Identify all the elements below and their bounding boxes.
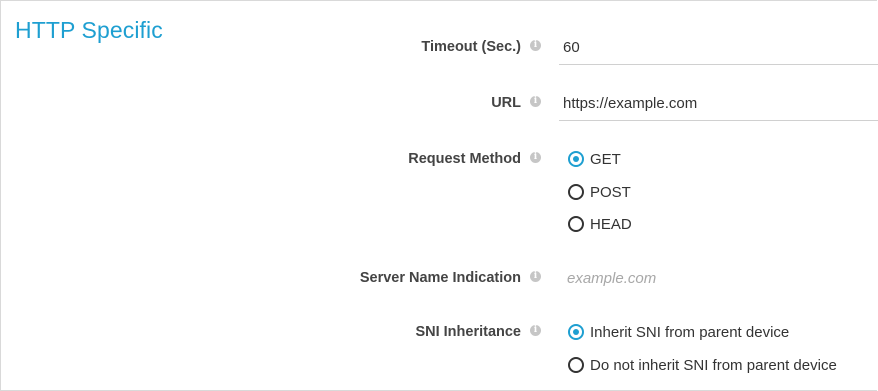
http-specific-panel: HTTP Specific Timeout (Sec.) i URL i Req… [0,0,878,391]
radio-label: POST [590,183,631,201]
radio-checked-icon[interactable] [568,151,584,167]
radio-label: Inherit SNI from parent device [590,323,790,341]
sni-inheritance-label: SNI Inheritance [415,324,521,340]
timeout-label: Timeout (Sec.) [421,39,521,55]
request-method-label: Request Method [408,151,521,167]
sni-inheritance-option-inherit[interactable]: Inherit SNI from parent device [568,321,789,343]
request-method-option-post[interactable]: POST [568,181,631,203]
radio-label: Do not inherit SNI from parent device [590,356,837,374]
timeout-input[interactable] [559,31,878,65]
radio-unchecked-icon[interactable] [568,216,584,232]
radio-label: GET [590,150,621,168]
request-method-option-get[interactable]: GET [568,148,621,170]
info-icon[interactable]: i [530,271,541,282]
radio-unchecked-icon[interactable] [568,357,584,373]
radio-unchecked-icon[interactable] [568,184,584,200]
radio-label: HEAD [590,215,632,233]
sni-input[interactable] [563,261,878,295]
section-title: HTTP Specific [15,17,163,43]
radio-checked-icon[interactable] [568,324,584,340]
url-label: URL [491,95,521,111]
info-icon[interactable]: i [530,40,541,51]
sni-label: Server Name Indication [359,270,521,286]
request-method-option-head[interactable]: HEAD [568,213,632,235]
info-icon[interactable]: i [530,325,541,336]
sni-inheritance-option-do-not-inherit[interactable]: Do not inherit SNI from parent device [568,354,837,376]
info-icon[interactable]: i [530,152,541,163]
info-icon[interactable]: i [530,96,541,107]
url-input[interactable] [559,87,878,121]
